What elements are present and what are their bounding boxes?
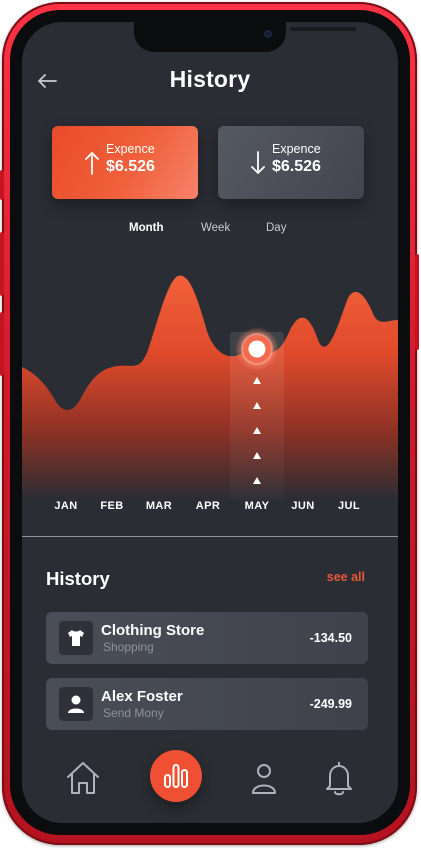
side-button <box>415 254 419 350</box>
month-label: JUL <box>338 500 360 512</box>
month-label: JUN <box>291 500 315 512</box>
card-label: Expence <box>272 142 321 156</box>
tab-day[interactable]: Day <box>266 222 286 234</box>
nav-profile[interactable] <box>244 758 284 798</box>
chart-area-fill <box>22 275 398 500</box>
card-amount: $6.526 <box>106 158 155 175</box>
month-label: FEB <box>100 500 124 512</box>
history-heading: History <box>46 568 110 589</box>
nav-chart[interactable] <box>150 750 202 802</box>
arrow-up-icon <box>85 152 99 175</box>
bell-icon <box>326 762 352 796</box>
expense-card-down[interactable]: Expence $6.526 <box>218 126 364 199</box>
transaction-category: Send Mony <box>103 706 164 720</box>
area-chart <box>22 275 398 500</box>
transaction-row[interactable]: Alex Foster Send Mony -249.99 <box>46 678 368 730</box>
expense-card-up[interactable]: Expence $6.526 <box>52 126 198 199</box>
side-button <box>0 312 4 376</box>
bottom-nav <box>22 750 398 810</box>
side-button <box>0 170 4 200</box>
speaker <box>290 27 356 31</box>
month-axis: JAN FEB MAR APR MAY JUN JUL <box>22 500 398 516</box>
nav-notifications[interactable] <box>319 758 359 798</box>
divider <box>22 536 398 537</box>
card-label: Expence <box>106 142 155 156</box>
selected-point-dot <box>248 340 266 358</box>
side-button <box>0 232 4 296</box>
transaction-name: Clothing Store <box>101 622 205 639</box>
period-tabs: Month Week Day <box>22 222 398 238</box>
home-icon <box>67 762 99 794</box>
tshirt-icon <box>68 630 84 646</box>
notch <box>134 22 356 52</box>
transaction-icon-box <box>59 621 93 655</box>
month-label: MAY <box>244 500 270 512</box>
transaction-amount: -249.99 <box>309 697 352 711</box>
tab-month[interactable]: Month <box>129 222 163 234</box>
transaction-category: Shopping <box>103 640 154 654</box>
card-amount: $6.526 <box>272 158 321 175</box>
see-all-link[interactable]: see all <box>327 570 365 584</box>
chart-icon <box>164 764 188 788</box>
app-screen: History Expence $6.526 Expence $6.526 Mo… <box>22 22 398 823</box>
page-title: History <box>169 66 251 92</box>
transaction-amount: -134.50 <box>309 631 352 645</box>
transaction-icon-box <box>59 687 93 721</box>
transaction-name: Alex Foster <box>101 688 183 705</box>
profile-icon <box>252 764 276 794</box>
transaction-row[interactable]: Clothing Store Shopping -134.50 <box>46 612 368 664</box>
nav-home[interactable] <box>63 758 103 798</box>
month-label: APR <box>195 500 221 512</box>
camera-icon <box>264 30 272 38</box>
month-label: MAR <box>145 500 173 512</box>
tab-week[interactable]: Week <box>201 222 230 234</box>
month-label: JAN <box>54 500 78 512</box>
arrow-down-icon <box>251 151 265 174</box>
user-icon <box>68 695 84 713</box>
